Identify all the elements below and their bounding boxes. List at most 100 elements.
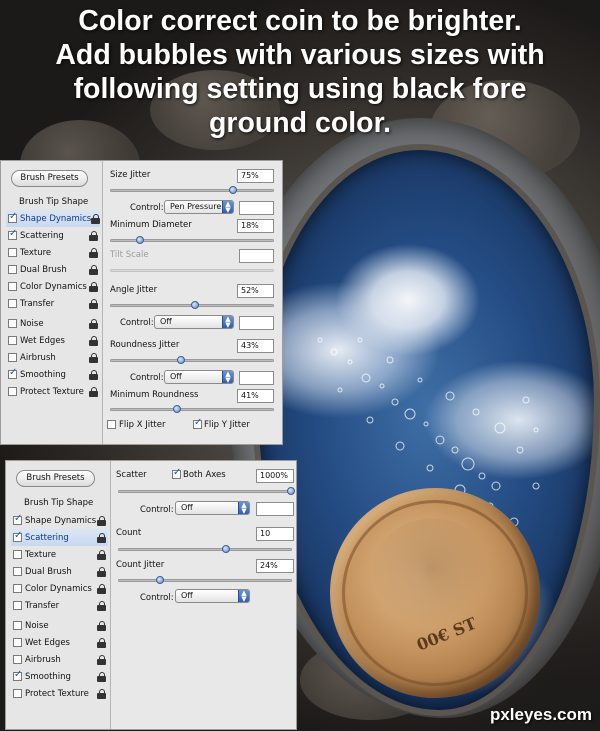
angle-jitter-field[interactable]: 52% [237, 284, 274, 298]
brush-option-wet-edges[interactable]: Wet Edges [11, 634, 108, 651]
option-checkbox[interactable] [13, 669, 22, 681]
lock-icon[interactable] [89, 281, 98, 292]
brush-option-airbrush[interactable]: Airbrush [6, 349, 100, 366]
brush-option-scattering[interactable]: Scattering [11, 529, 108, 546]
control-field[interactable] [239, 371, 274, 385]
slider-thumb[interactable] [287, 487, 295, 495]
brush-presets-button[interactable]: Brush Presets [16, 470, 95, 487]
flip-y-checkbox[interactable] [193, 417, 202, 429]
control-select[interactable]: Off ▲ ▼ [175, 501, 250, 515]
slider-thumb[interactable] [173, 405, 182, 413]
brush-option-scattering[interactable]: Scattering [6, 227, 100, 244]
option-checkbox[interactable] [8, 367, 17, 379]
option-checkbox[interactable] [8, 228, 17, 240]
option-checkbox[interactable] [8, 336, 17, 345]
slider-thumb[interactable] [136, 236, 145, 244]
brush-option-color-dynamics[interactable]: Color Dynamics [6, 278, 100, 295]
count-slider[interactable] [118, 545, 292, 553]
roundness-jitter-slider[interactable] [110, 356, 274, 364]
brush-option-smoothing[interactable]: Smoothing [11, 668, 108, 685]
count-jitter-slider[interactable] [118, 576, 292, 584]
brush-option-transfer[interactable]: Transfer [11, 597, 108, 614]
tilt-scale-field[interactable] [239, 249, 274, 263]
lock-icon[interactable] [89, 298, 98, 309]
min-roundness-slider[interactable] [110, 405, 274, 413]
option-checkbox[interactable] [8, 353, 17, 362]
control-field[interactable] [256, 502, 294, 516]
brush-option-color-dynamics[interactable]: Color Dynamics [11, 580, 108, 597]
angle-jitter-slider[interactable] [110, 301, 274, 309]
option-checkbox[interactable] [13, 513, 22, 525]
lock-icon[interactable] [97, 583, 106, 594]
brush-option-smoothing[interactable]: Smoothing [6, 366, 100, 383]
brush-option-wet-edges[interactable]: Wet Edges [6, 332, 100, 349]
control-field[interactable] [239, 201, 274, 215]
slider-thumb[interactable] [228, 186, 237, 194]
brush-option-shape-dynamics[interactable]: Shape Dynamics [11, 512, 108, 529]
lock-icon[interactable] [89, 247, 98, 258]
brush-option-noise[interactable]: Noise [11, 617, 108, 634]
lock-icon[interactable] [89, 386, 98, 397]
slider-thumb[interactable] [176, 356, 185, 364]
option-checkbox[interactable] [8, 248, 17, 257]
brush-option-dual-brush[interactable]: Dual Brush [11, 563, 108, 580]
option-checkbox[interactable] [8, 387, 17, 396]
option-checkbox[interactable] [13, 689, 22, 698]
option-checkbox[interactable] [13, 550, 22, 559]
option-checkbox[interactable] [8, 319, 17, 328]
control-field[interactable] [239, 316, 274, 330]
option-checkbox[interactable] [13, 601, 22, 610]
lock-icon[interactable] [97, 620, 106, 631]
lock-icon[interactable] [97, 549, 106, 560]
lock-icon[interactable] [89, 264, 98, 275]
slider-thumb[interactable] [191, 301, 200, 309]
scatter-slider[interactable] [118, 487, 295, 495]
control-select[interactable]: Off ▲ ▼ [175, 589, 250, 603]
option-checkbox[interactable] [8, 282, 17, 291]
option-checkbox[interactable] [8, 265, 17, 274]
roundness-jitter-field[interactable]: 43% [237, 339, 274, 353]
count-jitter-field[interactable]: 24% [256, 559, 294, 573]
lock-icon[interactable] [97, 515, 106, 526]
option-checkbox[interactable] [8, 211, 17, 223]
lock-icon[interactable] [97, 637, 106, 648]
brush-presets-button[interactable]: Brush Presets [11, 170, 88, 187]
lock-icon[interactable] [91, 213, 101, 224]
control-select[interactable]: Off ▲ ▼ [154, 315, 234, 329]
brush-option-protect-texture[interactable]: Protect Texture [6, 383, 100, 400]
brush-option-shape-dynamics[interactable]: Shape Dynamics [6, 210, 101, 227]
option-checkbox[interactable] [13, 621, 22, 630]
brush-tip-shape-item[interactable]: Brush Tip Shape [24, 498, 93, 508]
size-jitter-field[interactable]: 75% [237, 169, 274, 183]
option-checkbox[interactable] [8, 299, 17, 308]
brush-option-airbrush[interactable]: Airbrush [11, 651, 108, 668]
lock-icon[interactable] [97, 532, 106, 543]
option-checkbox[interactable] [13, 530, 22, 542]
min-roundness-field[interactable]: 41% [237, 389, 274, 403]
slider-thumb[interactable] [156, 576, 165, 584]
control-select[interactable]: Off ▲ ▼ [164, 370, 234, 384]
lock-icon[interactable] [97, 688, 106, 699]
brush-option-noise[interactable]: Noise [6, 315, 100, 332]
option-checkbox[interactable] [13, 567, 22, 576]
lock-icon[interactable] [97, 671, 106, 682]
brush-option-transfer[interactable]: Transfer [6, 295, 100, 312]
brush-option-texture[interactable]: Texture [6, 244, 100, 261]
lock-icon[interactable] [97, 566, 106, 577]
option-checkbox[interactable] [13, 655, 22, 664]
control-select[interactable]: Pen Pressure ▲ ▼ [164, 200, 234, 214]
min-diameter-slider[interactable] [110, 236, 274, 244]
lock-icon[interactable] [89, 318, 98, 329]
option-checkbox[interactable] [13, 638, 22, 647]
min-diameter-field[interactable]: 18% [237, 219, 274, 233]
brush-option-dual-brush[interactable]: Dual Brush [6, 261, 100, 278]
brush-option-texture[interactable]: Texture [11, 546, 108, 563]
lock-icon[interactable] [89, 230, 98, 241]
lock-icon[interactable] [89, 369, 98, 380]
brush-option-protect-texture[interactable]: Protect Texture [11, 685, 108, 702]
lock-icon[interactable] [97, 654, 106, 665]
brush-tip-shape-item[interactable]: Brush Tip Shape [19, 197, 88, 207]
lock-icon[interactable] [89, 352, 98, 363]
scatter-field[interactable]: 1000% [256, 469, 294, 483]
flip-x-checkbox[interactable] [107, 420, 116, 429]
